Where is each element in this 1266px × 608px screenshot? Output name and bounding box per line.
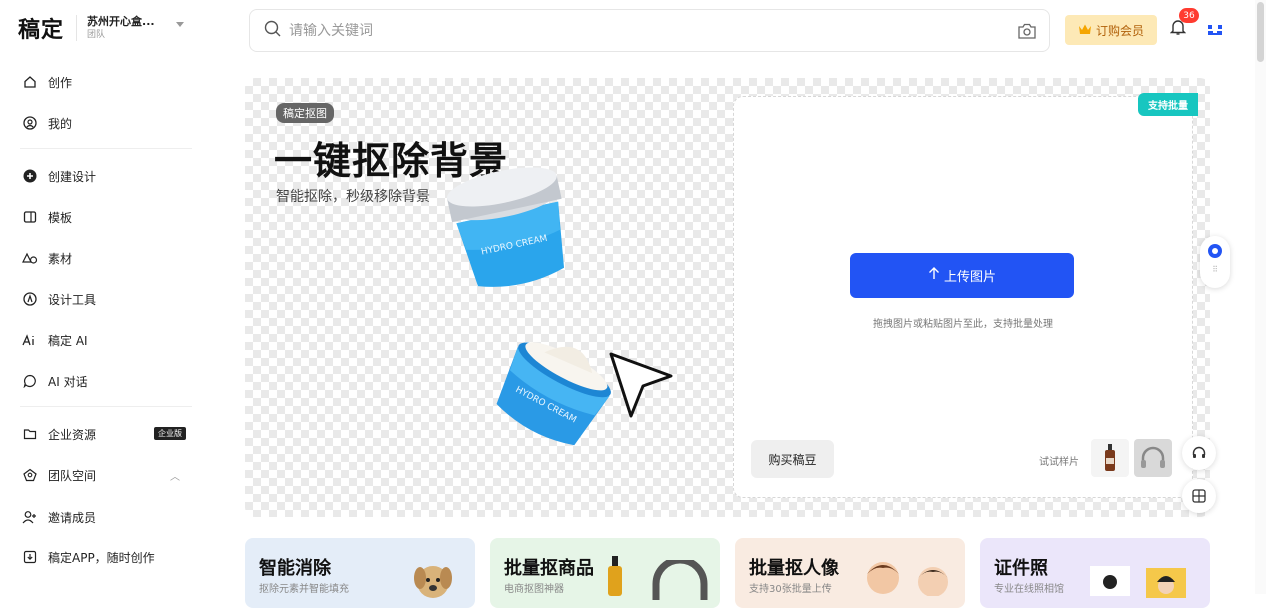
id-photo-white-image [1090, 566, 1130, 596]
camera-icon[interactable] [1017, 22, 1037, 44]
sidebar-item-design-tools[interactable]: 设计工具 [22, 289, 192, 309]
upload-label: 上传图片 [943, 270, 996, 285]
sidebar-item-label: 团队空间 [48, 468, 97, 483]
feature-card-batch-portrait[interactable]: 批量抠人像 支持30张批量上传 [735, 538, 965, 608]
cream-jar-image: HYDRO CREAM [446, 167, 565, 287]
home-icon [22, 74, 38, 90]
sidebar-item-label: 设计工具 [48, 292, 97, 307]
assistant-icon [1208, 244, 1222, 258]
brand-area[interactable]: 稿定 苏州开心盒... 团队 [18, 10, 155, 46]
customer-service-button[interactable] [1182, 436, 1216, 470]
sidebar-item-label: 我的 [48, 116, 73, 131]
team-icon [22, 467, 38, 483]
search-icon[interactable] [264, 20, 281, 41]
sidebar-item-label: 素材 [48, 251, 73, 266]
dog-image [414, 566, 452, 598]
add-user-icon [22, 509, 38, 525]
divider [20, 148, 192, 149]
serum-bottle-image [608, 556, 622, 596]
upload-image-button[interactable]: 上传图片 [850, 253, 1074, 298]
cream-jar-open-image: HYDRO CREAM [496, 342, 611, 446]
sidebar-item-create[interactable]: 创作 [22, 72, 192, 92]
card-subtitle: 抠除元素并智能填充 [259, 584, 349, 595]
kids-portrait-image [867, 562, 948, 596]
headset-icon [1192, 446, 1206, 458]
team-switcher[interactable]: 苏州开心盒... 团队 [87, 15, 155, 42]
sidebar-item-team-space[interactable]: 团队空间 ︿ [22, 465, 192, 485]
hero-subtitle: 智能抠除，秒级移除背景 [276, 189, 430, 205]
shapes-icon [22, 250, 38, 266]
download-icon [22, 549, 38, 565]
page-scrollbar[interactable] [1255, 0, 1266, 594]
card-subtitle: 电商抠图神器 [504, 584, 564, 595]
enterprise-badge: 企业版 [154, 427, 186, 440]
divider [20, 406, 192, 407]
grid-icon [1192, 489, 1206, 503]
sidebar-item-app-download[interactable]: 稿定APP，随时创作 [22, 547, 192, 567]
chevron-up-icon[interactable]: ︿ [170, 468, 180, 483]
card-title: 证件照 [994, 558, 1048, 579]
chat-bubble-icon [22, 373, 38, 389]
sidebar-item-label: 创作 [48, 75, 73, 90]
buy-beans-button[interactable]: 购买稿豆 [751, 440, 834, 478]
card-subtitle: 专业在线照相馆 [994, 584, 1064, 595]
card-title: 智能消除 [259, 558, 331, 579]
sidebar-item-invite[interactable]: 邀请成员 [22, 507, 192, 527]
sidebar-item-label: 创建设计 [48, 169, 97, 184]
card-title: 批量抠商品 [504, 558, 594, 579]
search-bar [249, 9, 1050, 52]
headphone-image [652, 560, 708, 600]
folder-icon [22, 426, 38, 442]
chevron-down-icon[interactable] [176, 22, 184, 27]
sidebar-item-template[interactable]: 模板 [22, 207, 192, 227]
search-input[interactable] [289, 22, 989, 39]
team-type: 团队 [87, 29, 106, 40]
scrollbar-thumb[interactable] [1257, 2, 1264, 62]
sidebar-item-label: AI 对话 [48, 374, 88, 389]
sidebar-item-label: 稿定 AI [48, 333, 88, 348]
ai-icon [22, 332, 38, 348]
team-name: 苏州开心盒... [87, 14, 155, 28]
batch-support-tag: 支持批量 [1138, 93, 1198, 116]
sidebar-item-ai-chat[interactable]: AI 对话 [22, 371, 192, 391]
sample-label: 试试样片 [1039, 457, 1079, 468]
crown-icon [1078, 23, 1092, 38]
layout-grid-button[interactable] [1182, 479, 1216, 513]
user-logo-icon[interactable] [1208, 22, 1224, 41]
feature-card-smart-erase[interactable]: 智能消除 抠除元素并智能填充 [245, 538, 475, 608]
compass-icon [22, 291, 38, 307]
upload-dropzone[interactable]: 支持批量 上传图片 拖拽图片或粘贴图片至此，支持批量处理 购买稿豆 试试样片 [733, 93, 1198, 498]
sidebar-item-ai[interactable]: 稿定 AI [22, 330, 192, 350]
sample-headphone-thumbnail[interactable] [1134, 439, 1172, 477]
hero-tag: 稿定抠图 [276, 103, 334, 123]
sidebar-item-material[interactable]: 素材 [22, 248, 192, 268]
brand-logo: 稿定 [18, 18, 65, 43]
sidebar-item-label: 企业资源 [48, 427, 97, 442]
plus-circle-icon [22, 168, 38, 184]
sidebar-item-enterprise[interactable]: 企业资源 企业版 [22, 424, 192, 444]
sample-bottle-thumbnail[interactable] [1091, 439, 1129, 477]
vip-subscribe-button[interactable]: 订购会员 [1065, 15, 1157, 45]
feature-card-id-photo[interactable]: 证件照 专业在线照相馆 [980, 538, 1210, 608]
sidebar-item-mine[interactable]: 我的 [22, 113, 192, 133]
sidebar-item-create-design[interactable]: 创建设计 [22, 166, 192, 186]
sidebar-item-label: 稿定APP，随时创作 [48, 550, 155, 565]
notification-badge: 36 [1179, 8, 1199, 23]
vip-label: 订购会员 [1095, 23, 1144, 38]
card-subtitle: 支持30张批量上传 [749, 584, 832, 595]
upload-arrow-icon [928, 267, 940, 284]
brand-divider [76, 15, 78, 41]
floating-assistant-widget[interactable]: ⠿ [1200, 236, 1230, 288]
card-title: 批量抠人像 [749, 558, 839, 579]
template-icon [22, 209, 38, 225]
user-circle-icon [22, 115, 38, 131]
sidebar-item-label: 模板 [48, 210, 73, 225]
upload-hint: 拖拽图片或粘贴图片至此，支持批量处理 [873, 319, 1053, 330]
drag-handle-icon[interactable]: ⠿ [1212, 265, 1218, 274]
hero-banner: 稿定抠图 一键抠除背景 智能抠除，秒级移除背景 HYDRO CREAM HYDR… [245, 78, 1210, 517]
cursor-arrow-icon [609, 352, 673, 418]
feature-card-batch-product[interactable]: 批量抠商品 电商抠图神器 [490, 538, 720, 608]
sidebar: 稿定 苏州开心盒... 团队 创作 我的 创建设计 模板 素材 设计工具 稿定 … [0, 0, 208, 594]
sidebar-item-label: 邀请成员 [48, 510, 97, 525]
